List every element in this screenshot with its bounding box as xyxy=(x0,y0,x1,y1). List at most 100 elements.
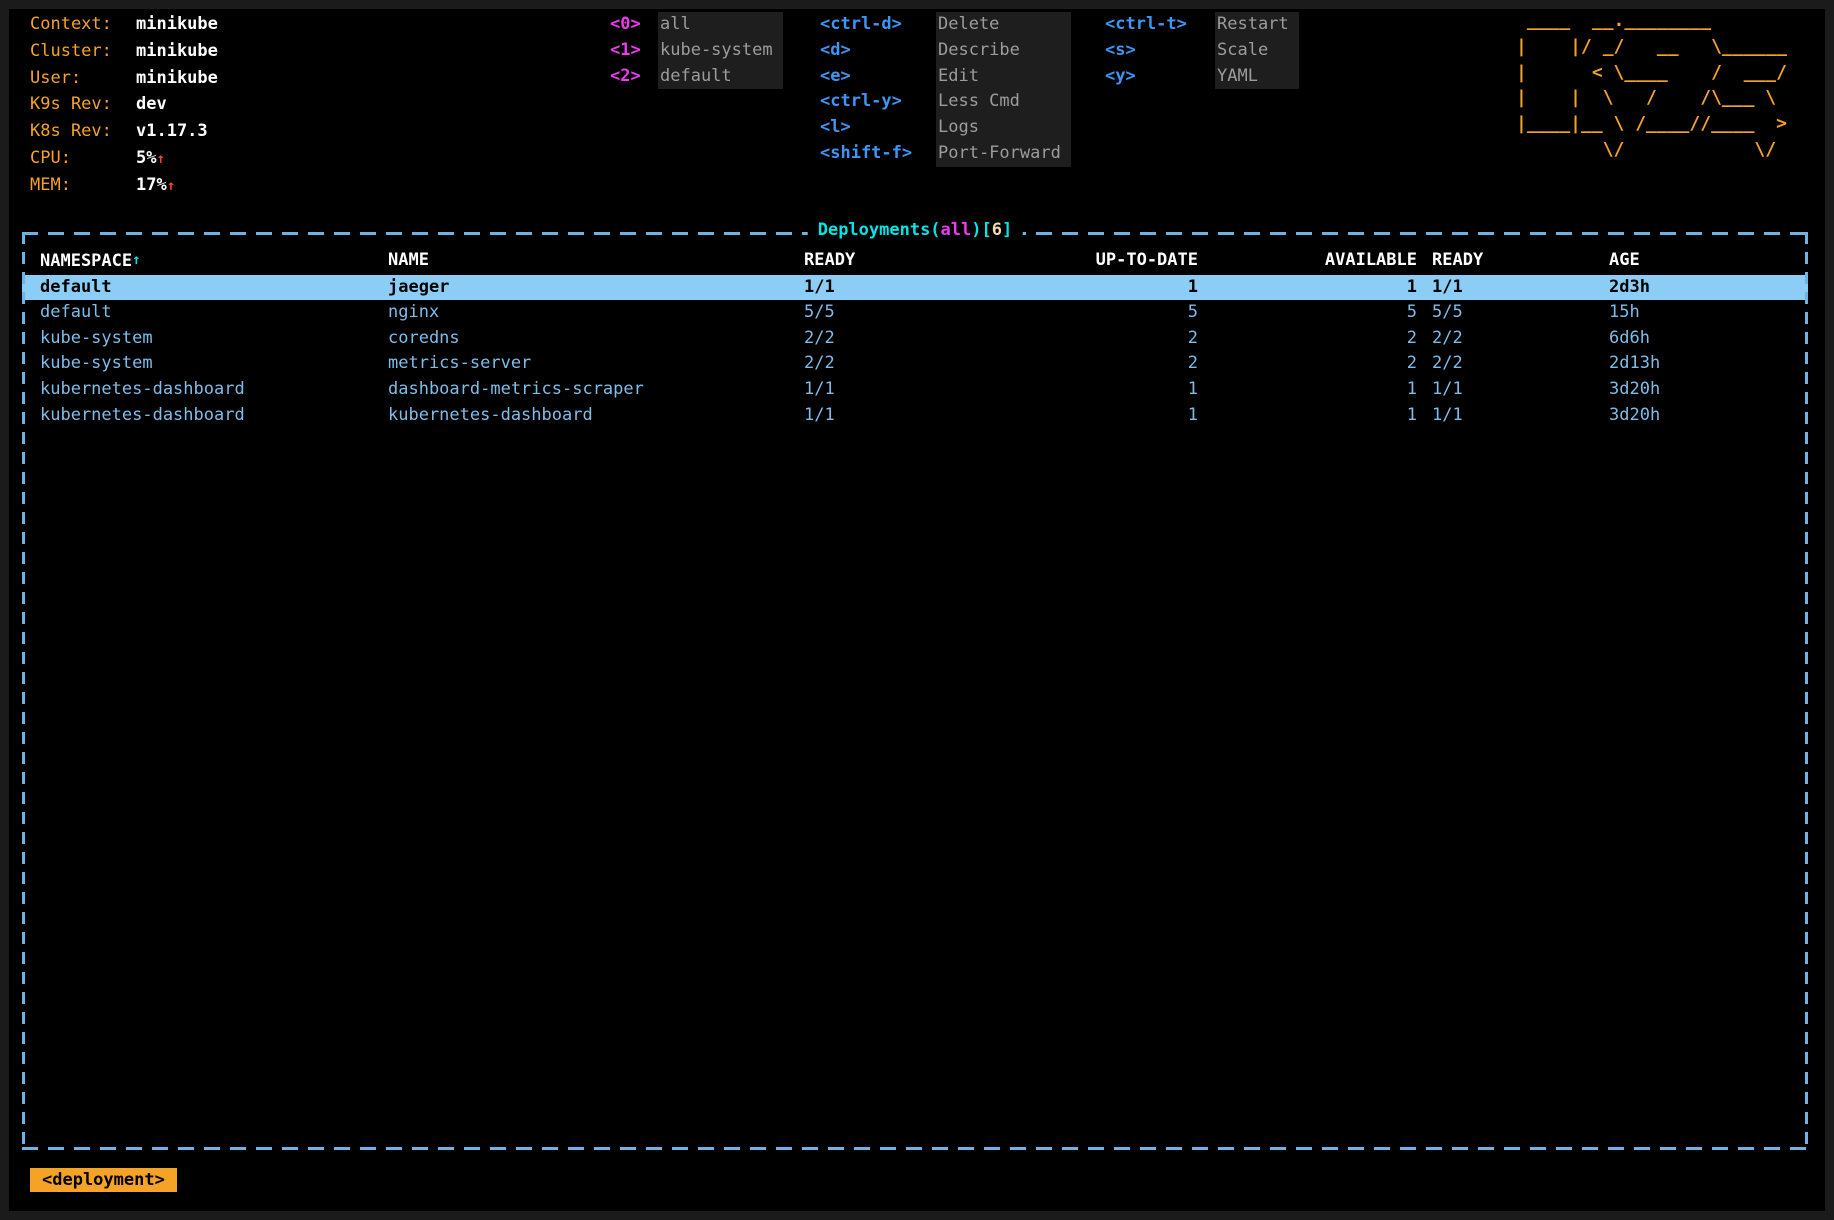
cell-namespace: kubernetes-dashboard xyxy=(40,403,388,429)
table-row[interactable]: kube-system metrics-server 2/2 2 2 2/2 2… xyxy=(22,351,1808,377)
column-header-name: NAME xyxy=(388,248,804,275)
panel-title-count: 6 xyxy=(992,220,1002,240)
column-header-up-to-date: UP-TO-DATE xyxy=(1004,248,1198,275)
cell-age: 15h xyxy=(1609,300,1794,326)
cell-name: kubernetes-dashboard xyxy=(388,403,804,429)
namespace-hotkey-item[interactable]: <0> all xyxy=(610,12,783,38)
cell-namespace: kubernetes-dashboard xyxy=(40,377,388,403)
cell-name: dashboard-metrics-scraper xyxy=(388,377,804,403)
column-header-ready-2: READY xyxy=(1417,248,1609,275)
hotkey-label: default xyxy=(658,64,783,90)
hotkey-label: Edit xyxy=(936,64,1071,90)
hotkey-label: Describe xyxy=(936,38,1071,64)
cell-ready-2: 1/1 xyxy=(1417,377,1609,403)
action-hotkeys-column-2: <ctrl-t> Restart <s> Scale <y> YAML xyxy=(1105,12,1299,89)
cell-namespace: default xyxy=(40,275,388,301)
action-hotkey-item[interactable]: <y> YAML xyxy=(1105,64,1299,90)
cell-name: jaeger xyxy=(388,275,804,301)
info-label: K8s Rev: xyxy=(30,119,136,146)
cluster-info-row: Context: minikube xyxy=(30,12,218,39)
namespace-hotkeys-menu: <0> all <1> kube-system <2> default xyxy=(610,12,783,89)
info-label: Cluster: xyxy=(30,39,136,66)
cell-age: 6d6h xyxy=(1609,326,1794,352)
cell-ready: 2/2 xyxy=(804,351,1004,377)
cell-ready: 1/1 xyxy=(804,403,1004,429)
table-row[interactable]: kubernetes-dashboard dashboard-metrics-s… xyxy=(22,377,1808,403)
cell-age: 3d20h xyxy=(1609,403,1794,429)
cell-up-to-date: 5 xyxy=(1004,300,1198,326)
column-header-namespace-label: NAMESPACE xyxy=(40,251,132,271)
cell-up-to-date: 1 xyxy=(1004,403,1198,429)
info-label: User: xyxy=(30,66,136,93)
cell-namespace: kube-system xyxy=(40,326,388,352)
cell-up-to-date: 2 xyxy=(1004,326,1198,352)
panel-title-paren: ) xyxy=(971,220,981,240)
hotkey-label: Delete xyxy=(936,12,1071,38)
panel-title-bracket-open: [ xyxy=(982,220,992,240)
k9s-terminal: Context: minikube Cluster: minikube User… xyxy=(0,0,1834,1220)
info-value: minikube xyxy=(136,39,218,66)
cell-ready-2: 2/2 xyxy=(1417,326,1609,352)
cell-name: coredns xyxy=(388,326,804,352)
cell-up-to-date: 1 xyxy=(1004,377,1198,403)
column-header-namespace: NAMESPACE↑ xyxy=(40,248,388,275)
cell-ready: 1/1 xyxy=(804,377,1004,403)
table-row[interactable]: default jaeger 1/1 1 1 1/1 2d3h xyxy=(22,275,1808,301)
cluster-info: Context: minikube Cluster: minikube User… xyxy=(30,12,218,200)
panel-border-right xyxy=(1805,232,1808,1150)
hotkey-key: <d> xyxy=(820,38,936,64)
hotkey-label: Restart xyxy=(1215,12,1299,38)
info-value: minikube xyxy=(136,12,218,39)
namespace-hotkey-item[interactable]: <2> default xyxy=(610,64,783,90)
action-hotkey-item[interactable]: <e> Edit xyxy=(820,64,1071,90)
cell-namespace: default xyxy=(40,300,388,326)
info-label: Context: xyxy=(30,12,136,39)
cluster-info-row: MEM: 17%↑ xyxy=(30,173,218,200)
action-hotkey-item[interactable]: <ctrl-d> Delete xyxy=(820,12,1071,38)
action-hotkey-item[interactable]: <d> Describe xyxy=(820,38,1071,64)
column-header-ready: READY xyxy=(804,248,1004,275)
cluster-info-row: Cluster: minikube xyxy=(30,39,218,66)
hotkey-key: <y> xyxy=(1105,64,1215,90)
info-label: MEM: xyxy=(30,173,136,200)
cell-age: 3d20h xyxy=(1609,377,1794,403)
sort-asc-icon: ↑ xyxy=(132,252,140,268)
action-hotkey-item[interactable]: <l> Logs xyxy=(820,115,1071,141)
action-hotkey-item[interactable]: <ctrl-y> Less Cmd xyxy=(820,89,1071,115)
info-value: 17%↑ xyxy=(136,173,218,200)
hotkey-label: YAML xyxy=(1215,64,1299,90)
cell-ready-2: 2/2 xyxy=(1417,351,1609,377)
cluster-info-row: K8s Rev: v1.17.3 xyxy=(30,119,218,146)
namespace-hotkey-item[interactable]: <1> kube-system xyxy=(610,38,783,64)
panel-title-bracket-close: ] xyxy=(1002,220,1012,240)
panel-title-scope: all xyxy=(941,220,972,240)
cell-available: 2 xyxy=(1198,351,1417,377)
table-row[interactable]: kube-system coredns 2/2 2 2 2/2 6d6h xyxy=(22,326,1808,352)
cell-name: metrics-server xyxy=(388,351,804,377)
info-value: dev xyxy=(136,92,218,119)
hotkey-label: Logs xyxy=(936,115,1071,141)
cell-up-to-date: 1 xyxy=(1004,275,1198,301)
column-header-age: AGE xyxy=(1609,248,1794,275)
breadcrumb-deployment[interactable]: <deployment> xyxy=(30,1168,177,1192)
k9s-logo: ____ __.________ | |/ _/ __ \______ | < … xyxy=(1516,8,1787,163)
table-row[interactable]: kubernetes-dashboard kubernetes-dashboar… xyxy=(22,403,1808,429)
cell-age: 2d13h xyxy=(1609,351,1794,377)
cell-ready-2: 5/5 xyxy=(1417,300,1609,326)
action-hotkey-item[interactable]: <ctrl-t> Restart xyxy=(1105,12,1299,38)
action-hotkeys-column-1: <ctrl-d> Delete <d> Describe <e> Edit <c… xyxy=(820,12,1071,167)
hotkey-key: <0> xyxy=(610,12,658,38)
table-row[interactable]: default nginx 5/5 5 5 5/5 15h xyxy=(22,300,1808,326)
cluster-info-row: User: minikube xyxy=(30,66,218,93)
action-hotkey-item[interactable]: <s> Scale xyxy=(1105,38,1299,64)
hotkey-key: <2> xyxy=(610,64,658,90)
cell-available: 1 xyxy=(1198,275,1417,301)
hotkey-key: <s> xyxy=(1105,38,1215,64)
cell-ready: 1/1 xyxy=(804,275,1004,301)
cell-namespace: kube-system xyxy=(40,351,388,377)
action-hotkey-item[interactable]: <shift-f> Port-Forward xyxy=(820,141,1071,167)
info-label: CPU: xyxy=(30,146,136,173)
hotkey-key: <ctrl-d> xyxy=(820,12,936,38)
cell-up-to-date: 2 xyxy=(1004,351,1198,377)
info-value: minikube xyxy=(136,66,218,93)
